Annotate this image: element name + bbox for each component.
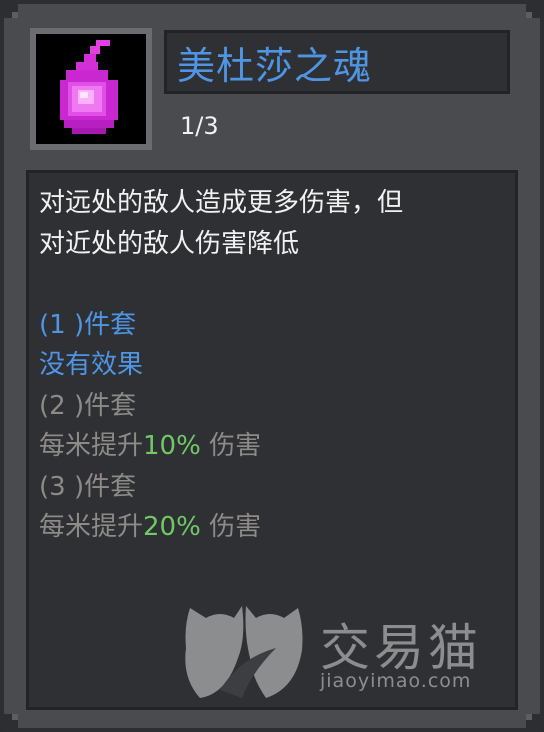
panel-corner (526, 714, 540, 728)
watermark: 交易猫 jiaoyimao.com (180, 598, 510, 698)
cat-logo-icon (185, 606, 303, 698)
soul-flame-icon (36, 34, 146, 144)
effect-suffix: 伤害 (200, 431, 262, 461)
description-line: 对远处的敌人造成更多伤害，但 (39, 188, 404, 218)
effect-value: 10% (143, 431, 201, 461)
item-name: 美杜莎之魂 (177, 43, 373, 88)
watermark-url: jiaoyimao.com (320, 670, 472, 692)
description-line: 对近处的敌人伤害降低 (39, 228, 300, 259)
set-bonus-effect: 每米提升20% 伤害 (39, 507, 515, 548)
panel-corner (4, 714, 18, 728)
set-bonus-header: (1 )件套 (39, 309, 137, 340)
item-icon-frame (30, 28, 152, 150)
item-set-count: 1/3 (180, 112, 219, 140)
panel-corner (4, 4, 18, 18)
effect-prefix: 每米提升 (39, 431, 144, 461)
set-bonus-effect: 没有效果 (39, 350, 144, 380)
set-bonus-header: (2 )件套 (39, 390, 137, 421)
set-bonus-header: (3 )件套 (39, 471, 137, 502)
set-bonus-effect: 每米提升10% 伤害 (39, 426, 515, 467)
item-name-box: 美杜莎之魂 (164, 30, 510, 94)
panel-corner (526, 4, 540, 18)
item-tooltip-panel: 美杜莎之魂 1/3 对远处的敌人造成更多伤害，但 对近处的敌人伤害降低 (1 )… (0, 0, 544, 732)
effect-prefix: 每米提升 (39, 512, 144, 542)
effect-value: 20% (143, 512, 201, 542)
effect-suffix: 伤害 (200, 512, 262, 542)
